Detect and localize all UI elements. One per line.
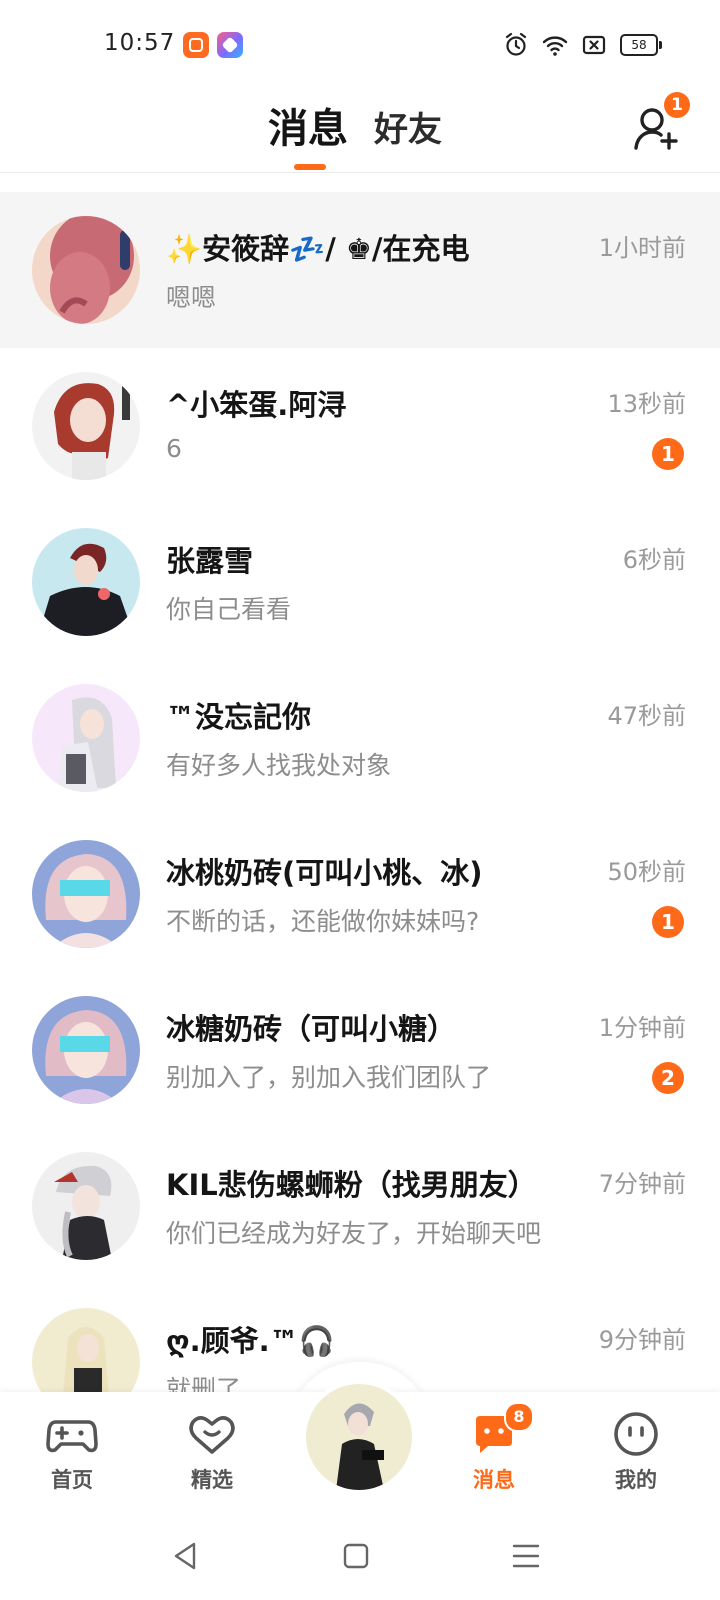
smiley-icon — [614, 1412, 658, 1456]
unread-badge: 1 — [652, 906, 684, 938]
chat-time: 1小时前 — [598, 234, 686, 262]
chat-preview: 别加入了，别加入我们团队了 — [166, 1063, 492, 1092]
chat-time: 6秒前 — [622, 546, 686, 574]
nav-profile[interactable]: 我的 — [586, 1408, 686, 1494]
back-icon[interactable] — [168, 1538, 204, 1574]
chat-name: ღ.顾爷.™🎧 — [166, 1324, 335, 1358]
tab-messages[interactable]: 消息 — [268, 96, 348, 154]
menu-icon[interactable] — [508, 1538, 544, 1574]
home-icon[interactable] — [338, 1538, 374, 1574]
chat-item[interactable]: ™没忘記你 有好多人找我处对象 47秒前 — [0, 660, 720, 816]
avatar[interactable] — [32, 840, 140, 948]
chat-item[interactable]: ^小笨蛋.阿浔 6 13秒前 1 — [0, 348, 720, 504]
active-tab-indicator — [294, 164, 326, 170]
gamepad-icon — [46, 1420, 98, 1453]
chat-name: ^小笨蛋.阿浔 — [166, 388, 347, 422]
battery-level: 58 — [620, 34, 658, 56]
app-icon-orange — [183, 32, 209, 58]
chat-name: 冰桃奶砖(可叫小桃、冰) — [166, 856, 483, 890]
center-avatar-button[interactable] — [302, 1380, 416, 1494]
status-bar: 10:57 58 — [0, 0, 720, 90]
chat-time: 13秒前 — [607, 390, 686, 418]
chat-preview: 你们已经成为好友了，开始聊天吧 — [166, 1219, 542, 1248]
tab-friends[interactable]: 好友 — [374, 102, 442, 151]
avatar[interactable] — [32, 996, 140, 1104]
chat-time: 50秒前 — [607, 858, 686, 886]
add-friend-badge: 1 — [664, 92, 690, 118]
chat-item[interactable]: KIL悲伤螺蛳粉（找男朋友） 你们已经成为好友了，开始聊天吧 7分钟前 — [0, 1128, 720, 1284]
nav-home[interactable]: 首页 — [22, 1408, 122, 1494]
nav-label: 首页 — [51, 1468, 93, 1492]
avatar[interactable] — [32, 1152, 140, 1260]
chat-time: 7分钟前 — [598, 1170, 686, 1198]
chat-time: 47秒前 — [607, 702, 686, 730]
heart-icon — [189, 1416, 235, 1454]
nav-featured[interactable]: 精选 — [162, 1408, 262, 1494]
chat-name: KIL悲伤螺蛳粉（找男朋友） — [166, 1168, 537, 1202]
status-time: 10:57 — [104, 30, 176, 56]
chat-time: 9分钟前 — [598, 1326, 686, 1354]
nav-label: 消息 — [473, 1468, 515, 1492]
system-nav — [0, 1510, 720, 1600]
avatar[interactable] — [32, 372, 140, 480]
chat-preview: 不断的话，还能做你妹妹吗? — [166, 907, 480, 936]
app-icon-gradient — [217, 32, 243, 58]
chat-item[interactable]: 冰桃奶砖(可叫小桃、冰) 不断的话，还能做你妹妹吗? 50秒前 1 — [0, 816, 720, 972]
sim-off-icon — [582, 35, 606, 55]
avatar[interactable] — [32, 528, 140, 636]
chat-preview: 你自己看看 — [166, 595, 292, 624]
nav-label: 精选 — [191, 1468, 233, 1492]
chat-time: 1分钟前 — [598, 1014, 686, 1042]
chat-item[interactable]: 张露雪 你自己看看 6秒前 — [0, 504, 720, 660]
wifi-icon — [542, 36, 568, 56]
chat-name: ™没忘記你 — [166, 700, 312, 734]
unread-badge: 1 — [652, 438, 684, 470]
nav-badge: 8 — [504, 1402, 534, 1432]
chat-preview: 嗯嗯 — [166, 283, 217, 312]
alarm-icon — [505, 32, 527, 56]
header: 消息 好友 1 — [0, 90, 720, 173]
battery-icon: 58 — [620, 34, 662, 56]
chat-preview: 6 — [166, 434, 182, 463]
unread-badge: 2 — [652, 1062, 684, 1094]
chat-name: ✨安筱辞💤/ ♚/在充电 — [166, 232, 470, 266]
chat-item[interactable]: 冰糖奶砖（可叫小糖） 别加入了，别加入我们团队了 1分钟前 2 — [0, 972, 720, 1128]
nav-messages[interactable]: 8 消息 — [444, 1402, 544, 1494]
chat-name: 冰糖奶砖（可叫小糖） — [166, 1012, 457, 1046]
avatar[interactable] — [32, 684, 140, 792]
chat-item[interactable]: ✨安筱辞💤/ ♚/在充电 嗯嗯 1小时前 — [0, 192, 720, 348]
chat-list: ✨安筱辞💤/ ♚/在充电 嗯嗯 1小时前 ^小笨蛋.阿浔 6 13秒前 1 张露… — [0, 192, 720, 1440]
chat-name: 张露雪 — [166, 544, 254, 578]
chat-preview: 有好多人找我处对象 — [166, 751, 392, 780]
nav-label: 我的 — [615, 1468, 657, 1492]
avatar[interactable] — [32, 216, 140, 324]
